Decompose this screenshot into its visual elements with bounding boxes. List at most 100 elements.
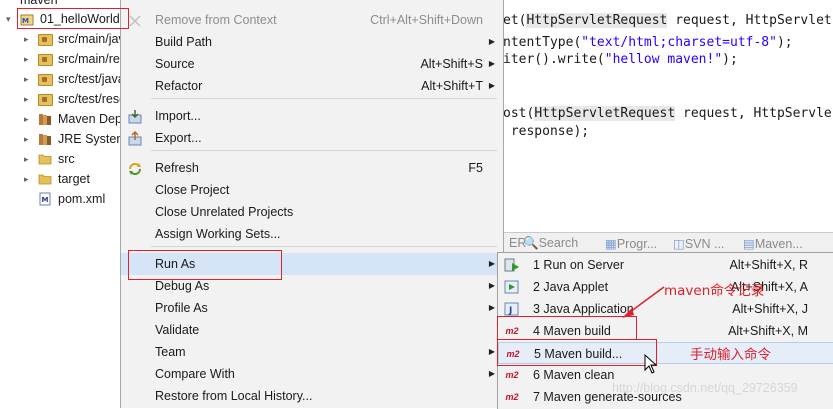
tree-row[interactable]: ▸ Maven Dependencies <box>0 109 125 129</box>
tree-row[interactable]: ▸ src/test/resources <box>0 89 125 109</box>
tab-progress[interactable]: ▦Progr... <box>605 236 657 251</box>
tree-row[interactable]: ▸ src <box>0 149 125 169</box>
menu-item-shortcut: Alt+Shift+T <box>421 79 483 93</box>
submenu-item-1-run-on-server[interactable]: 1 Run on Server Alt+Shift+X, R <box>498 254 833 276</box>
tab-svn[interactable]: ◫SVN ... <box>673 236 724 251</box>
m2-icon: m2 <box>505 392 519 402</box>
menu-item-assign-working-sets[interactable]: Assign Working Sets... <box>121 223 503 245</box>
tree-label: src/test/resources <box>58 92 125 106</box>
m2-icon: m2 <box>505 326 519 336</box>
expand-arrow-icon[interactable]: ▸ <box>24 129 29 149</box>
menu-item-source[interactable]: Source Alt+Shift+S ▶ <box>121 53 503 75</box>
tree-row[interactable]: ▸ JRE System Library <box>0 129 125 149</box>
submenu-arrow-icon: ▶ <box>488 59 495 68</box>
expand-arrow-icon[interactable]: ▸ <box>24 109 29 129</box>
tree-label: src/test/java <box>58 72 125 86</box>
progress-icon: ▦ <box>605 237 617 251</box>
mouse-cursor-icon <box>644 354 658 374</box>
submenu-item-label: 3 Java Application <box>533 302 634 316</box>
tree-row[interactable]: ▸ src/test/java <box>0 69 125 89</box>
library-icon <box>39 134 51 145</box>
submenu-arrow-icon: ▶ <box>488 281 495 290</box>
menu-item-team[interactable]: Team ▶ <box>121 341 503 363</box>
tree-row[interactable]: ▸ src/main/java <box>0 29 125 49</box>
expand-arrow-icon[interactable]: ▸ <box>24 49 29 69</box>
menu-item-label: Export... <box>155 131 202 145</box>
tab-maven[interactable]: ▤Maven... <box>743 236 803 251</box>
annotation-record: maven命令记录 <box>664 283 765 299</box>
tab-search[interactable]: 🔍Search <box>523 236 578 251</box>
menu-item-run-as[interactable]: Run As ▶ <box>121 253 503 275</box>
tree-row-project[interactable]: ▾ M 01_helloWorld <box>0 9 125 29</box>
collapse-arrow-icon[interactable]: ▾ <box>6 9 11 29</box>
menu-item-refresh[interactable]: Refresh F5 <box>121 157 503 179</box>
menu-item-label: Build Path <box>155 35 212 49</box>
project-explorer: maven ▾ M 01_helloWorld ▸ src/main/java ▸ s… <box>0 0 125 408</box>
submenu-item-label: 6 Maven clean <box>533 368 615 382</box>
tree-row[interactable]: Mpom.xml <box>0 189 125 209</box>
expand-arrow-icon[interactable]: ▸ <box>24 149 29 169</box>
library-icon <box>39 114 51 125</box>
code-line: iter().write("hellow maven!"); <box>503 52 738 67</box>
import-icon <box>128 110 142 124</box>
package-folder-icon <box>38 92 53 106</box>
expand-arrow-icon[interactable]: ▸ <box>24 169 29 189</box>
menu-item-export[interactable]: Export... <box>121 127 503 149</box>
applet-icon <box>504 280 519 294</box>
submenu-item-5-maven-build[interactable]: m2 5 Maven build... <box>498 342 833 364</box>
menu-item-close-unrelated-projects[interactable]: Close Unrelated Projects <box>121 201 503 223</box>
server-run-icon <box>504 258 519 272</box>
menu-item-restore-from-local-history[interactable]: Restore from Local History... <box>121 385 503 407</box>
code-line: et(HttpServletRequest request, HttpServl… <box>503 13 832 28</box>
tree-label: pom.xml <box>58 192 106 206</box>
expand-arrow-icon[interactable]: ▸ <box>24 89 29 109</box>
tree-label: Maven Dependencies <box>58 112 125 126</box>
menu-item-label: Import... <box>155 109 201 123</box>
submenu-arrow-icon: ▶ <box>488 37 495 46</box>
menu-item-label: Restore from Local History... <box>155 389 313 403</box>
menu-item-shortcut: Alt+Shift+S <box>420 57 483 71</box>
submenu-item-shortcut: Alt+Shift+X, M <box>728 324 808 338</box>
tree-label: src/main/java <box>58 32 125 46</box>
menu-item-refactor[interactable]: Refactor Alt+Shift+T ▶ <box>121 75 503 97</box>
code-editor[interactable]: et(HttpServletRequest request, HttpServl… <box>503 0 833 232</box>
m2-icon: m2 <box>505 370 519 380</box>
folder-icon <box>38 154 52 165</box>
menu-item-import[interactable]: Import... <box>121 105 503 127</box>
menu-item-label: Refresh <box>155 161 199 175</box>
export-icon <box>128 131 142 146</box>
menu-item-validate[interactable]: Validate <box>121 319 503 341</box>
menu-item-label: Remove from Context <box>155 13 277 27</box>
menu-item-shortcut: F5 <box>468 161 483 175</box>
context-menu: Remove from Context Ctrl+Alt+Shift+Down Bu… <box>120 0 504 408</box>
expand-arrow-icon[interactable]: ▸ <box>24 69 29 89</box>
submenu-item-4-maven-build[interactable]: m2 4 Maven build Alt+Shift+X, M <box>498 320 833 342</box>
menu-item-debug-as[interactable]: Debug As ▶ <box>121 275 503 297</box>
menu-item-label: Refactor <box>155 79 203 93</box>
menu-item-label: Compare With <box>155 367 235 381</box>
menu-item-close-project[interactable]: Close Project <box>121 179 503 201</box>
expand-arrow-icon[interactable]: ▸ <box>24 29 29 49</box>
menu-item-label: Debug As <box>155 279 210 293</box>
m2-icon: m2 <box>506 349 520 359</box>
tree-row[interactable]: ▸ target <box>0 169 125 189</box>
svn-icon: ◫ <box>673 237 685 251</box>
submenu-arrow-icon: ▶ <box>488 81 495 90</box>
code-line: ntentType("text/html;charset=utf-8"); <box>503 35 793 50</box>
menu-item-profile-as[interactable]: Profile As ▶ <box>121 297 503 319</box>
menu-separator <box>151 150 497 151</box>
menu-item-compare-with[interactable]: Compare With ▶ <box>121 363 503 385</box>
menu-item-build-path[interactable]: Build Path ▶ <box>121 31 503 53</box>
tree-row[interactable]: ▸ src/main/resources <box>0 49 125 69</box>
xml-file-icon: M <box>39 192 51 206</box>
submenu-item-label: 4 Maven build <box>533 324 611 338</box>
package-folder-icon <box>38 72 53 86</box>
submenu-item-label: 1 Run on Server <box>533 258 625 272</box>
tree-label: target <box>58 172 90 186</box>
tree-label: src <box>58 152 75 166</box>
menu-item-label: Close Unrelated Projects <box>155 205 294 219</box>
submenu-arrow-icon: ▶ <box>488 303 495 312</box>
menu-item-label: Assign Working Sets... <box>155 227 281 241</box>
package-folder-icon <box>38 32 53 46</box>
svg-text:M: M <box>42 196 49 204</box>
